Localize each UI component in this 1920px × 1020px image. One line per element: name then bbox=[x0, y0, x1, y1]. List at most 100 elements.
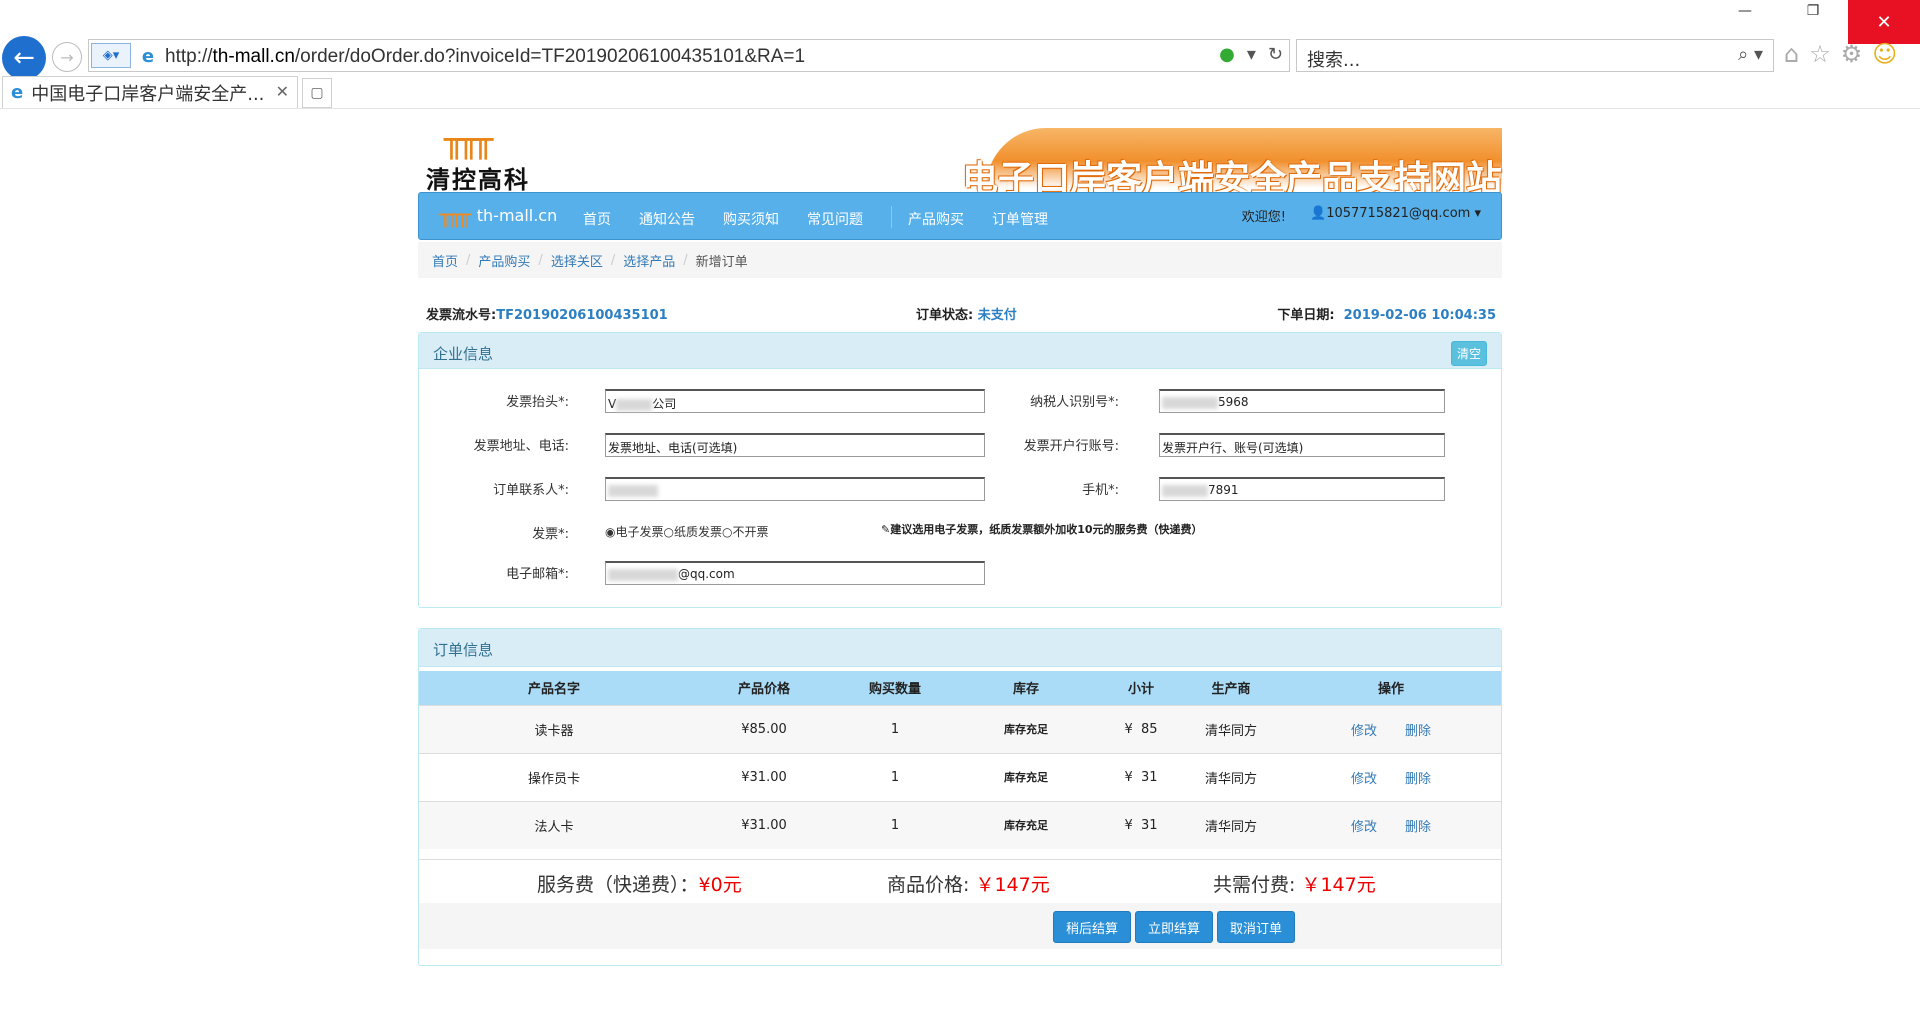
email-input[interactable]: @qq.com bbox=[605, 561, 985, 585]
browser-tab[interactable]: e 中国电子口岸客户端安全产... ✕ bbox=[2, 76, 298, 108]
window-restore-button[interactable]: ❐ bbox=[1790, 0, 1836, 22]
taxpayer-id-input[interactable]: 5968 bbox=[1159, 389, 1445, 413]
breadcrumb-products[interactable]: 选择产品 bbox=[623, 251, 675, 270]
product-maker: 清华同方 bbox=[1181, 704, 1281, 753]
mobile-label: 手机*: bbox=[1082, 483, 1119, 498]
product-stock: 库存充足 bbox=[951, 704, 1101, 753]
company-panel-header: 企业信息 清空 bbox=[419, 333, 1501, 369]
invoice-title-label: 发票抬头*: bbox=[506, 395, 569, 410]
order-date: 下单日期: 2019-02-06 10:04:35 bbox=[1277, 308, 1496, 323]
tab-close-icon[interactable]: ✕ bbox=[276, 82, 289, 101]
ie-tab-icon: e bbox=[11, 82, 24, 103]
product-name: 读卡器 bbox=[419, 704, 689, 753]
product-qty: 1 bbox=[839, 800, 951, 849]
smiley-icon[interactable]: ☺ bbox=[1872, 40, 1897, 68]
edit-link[interactable]: 修改 bbox=[1351, 772, 1377, 787]
goods-price: 商品价格: ￥147元 bbox=[887, 874, 1050, 896]
back-button[interactable]: ← bbox=[2, 36, 46, 80]
nav-divider bbox=[891, 206, 892, 228]
order-actions: 稍后结算 立即结算 取消订单 bbox=[419, 903, 1501, 949]
search-icon[interactable]: ⌕ ▾ bbox=[1738, 44, 1763, 65]
order-panel-title: 订单信息 bbox=[433, 641, 494, 659]
radio-none[interactable]: ○不开票 bbox=[722, 525, 769, 539]
browser-toolbar: ⌂ ☆ ⚙ ☺ bbox=[1784, 40, 1897, 68]
address-bar-actions: ● ▾ ↻ bbox=[1219, 44, 1283, 65]
row-actions: 修改 删除 bbox=[1281, 704, 1501, 753]
contact-input[interactable] bbox=[605, 477, 985, 501]
breadcrumb-sep: / bbox=[683, 252, 688, 268]
url-text[interactable]: http://th-mall.cn/order/doOrder.do?invoi… bbox=[165, 46, 805, 68]
breadcrumb-customs[interactable]: 选择关区 bbox=[551, 251, 603, 270]
address-bar[interactable]: ◈▾ e http://th-mall.cn/order/doOrder.do?… bbox=[88, 39, 1290, 72]
nav-item-home[interactable]: 首页 bbox=[583, 209, 611, 229]
caret-down-icon: ▾ bbox=[1470, 206, 1481, 221]
site-logo[interactable]: ╥╥╥ 清控高科 bbox=[426, 114, 546, 194]
product-stock: 库存充足 bbox=[951, 752, 1101, 801]
radio-electronic[interactable]: ◉电子发票 bbox=[605, 525, 664, 539]
user-icon: 👤 bbox=[1310, 206, 1327, 221]
new-tab-button[interactable]: ▢ bbox=[302, 78, 332, 108]
search-box[interactable]: 搜索... ⌕ ▾ bbox=[1296, 39, 1774, 72]
clear-button[interactable]: 清空 bbox=[1450, 341, 1487, 366]
addon-icon[interactable]: ● bbox=[1219, 44, 1235, 65]
edit-link[interactable]: 修改 bbox=[1351, 820, 1377, 835]
edit-link[interactable]: 修改 bbox=[1351, 724, 1377, 739]
pay-now-button[interactable]: 立即结算 bbox=[1135, 911, 1213, 943]
star-icon[interactable]: ☆ bbox=[1809, 40, 1831, 68]
product-qty: 1 bbox=[839, 704, 951, 753]
breadcrumb-home[interactable]: 首页 bbox=[432, 251, 458, 270]
mobile-input[interactable]: 7891 bbox=[1159, 477, 1445, 501]
delete-link[interactable]: 删除 bbox=[1405, 724, 1431, 739]
serial-number: 发票流水号:TF20190206100435101 bbox=[426, 308, 668, 323]
nav-item-orders[interactable]: 订单管理 bbox=[992, 209, 1048, 229]
delete-link[interactable]: 删除 bbox=[1405, 772, 1431, 787]
window-minimize-button[interactable]: — bbox=[1722, 0, 1768, 22]
user-menu[interactable]: 👤1057715821@qq.com ▾ bbox=[1310, 206, 1481, 225]
invoice-type-label: 发票*: bbox=[532, 527, 569, 542]
product-subtotal: ¥ 31 bbox=[1101, 752, 1181, 801]
table-row: 操作员卡 ¥31.00 1 库存充足 ¥ 31 清华同方 修改 删除 bbox=[419, 752, 1501, 801]
product-maker: 清华同方 bbox=[1181, 752, 1281, 801]
company-panel: 企业信息 清空 发票抬头*: V 公司 纳税人识别号*: 5968 发票地址、电话… bbox=[418, 332, 1502, 608]
product-stock: 库存充足 bbox=[951, 800, 1101, 849]
gear-icon[interactable]: ⚙ bbox=[1841, 40, 1863, 68]
search-input[interactable]: 搜索... bbox=[1307, 46, 1360, 72]
taxpayer-id-label: 纳税人识别号*: bbox=[1030, 395, 1119, 410]
nav-item-notice[interactable]: 通知公告 bbox=[639, 209, 695, 229]
email-label: 电子邮箱*: bbox=[506, 567, 569, 582]
breadcrumb-buy[interactable]: 产品购买 bbox=[478, 251, 530, 270]
window-close-button[interactable]: ✕ bbox=[1848, 0, 1920, 44]
nav-item-buy[interactable]: 产品购买 bbox=[908, 209, 964, 229]
col-qty: 购买数量 bbox=[839, 671, 951, 705]
company-panel-title: 企业信息 bbox=[433, 345, 494, 363]
redacted-text bbox=[1162, 396, 1218, 409]
user-email: 1057715821@qq.com bbox=[1326, 206, 1471, 221]
delete-link[interactable]: 删除 bbox=[1405, 820, 1431, 835]
pay-later-button[interactable]: 稍后结算 bbox=[1053, 911, 1131, 943]
dropdown-icon[interactable]: ▾ bbox=[1247, 44, 1256, 65]
product-subtotal: ¥ 85 bbox=[1101, 704, 1181, 753]
nav-item-faq[interactable]: 常见问题 bbox=[807, 209, 863, 229]
cancel-order-button[interactable]: 取消订单 bbox=[1217, 911, 1295, 943]
product-name: 操作员卡 bbox=[419, 752, 689, 801]
pencil-icon: ✎ bbox=[881, 523, 891, 536]
site-banner: 电子口岸客户端安全产品支持网站 bbox=[962, 128, 1502, 200]
table-row: 读卡器 ¥85.00 1 库存充足 ¥ 85 清华同方 修改 删除 bbox=[419, 704, 1501, 753]
order-panel-header: 订单信息 bbox=[419, 629, 1501, 667]
invoice-title-input[interactable]: V 公司 bbox=[605, 389, 985, 413]
logo-name: 清控高科 bbox=[426, 166, 530, 194]
radio-paper[interactable]: ○纸质发票 bbox=[664, 525, 723, 539]
invoice-address-label: 发票地址、电话: bbox=[473, 439, 569, 454]
invoice-bank-input[interactable]: 发票开户行、账号(可选填) bbox=[1159, 433, 1445, 457]
invoice-address-input[interactable]: 发票地址、电话(可选填) bbox=[605, 433, 985, 457]
col-ops: 操作 bbox=[1281, 671, 1501, 705]
contact-label: 订单联系人*: bbox=[493, 483, 569, 498]
nav-item-purchase-guide[interactable]: 购买须知 bbox=[723, 209, 779, 229]
refresh-icon[interactable]: ↻ bbox=[1268, 44, 1283, 65]
forward-button[interactable]: → bbox=[52, 42, 82, 72]
home-icon[interactable]: ⌂ bbox=[1784, 40, 1799, 68]
order-status: 订单状态: 未支付 bbox=[916, 308, 1017, 323]
compat-view-icon[interactable]: ◈▾ bbox=[91, 43, 131, 68]
nav-brand[interactable]: ╥╥╥ th-mall.cn bbox=[439, 203, 557, 228]
order-table: 产品名字 产品价格 购买数量 库存 小计 生产商 操作 读卡器 ¥85.00 1… bbox=[419, 671, 1501, 849]
